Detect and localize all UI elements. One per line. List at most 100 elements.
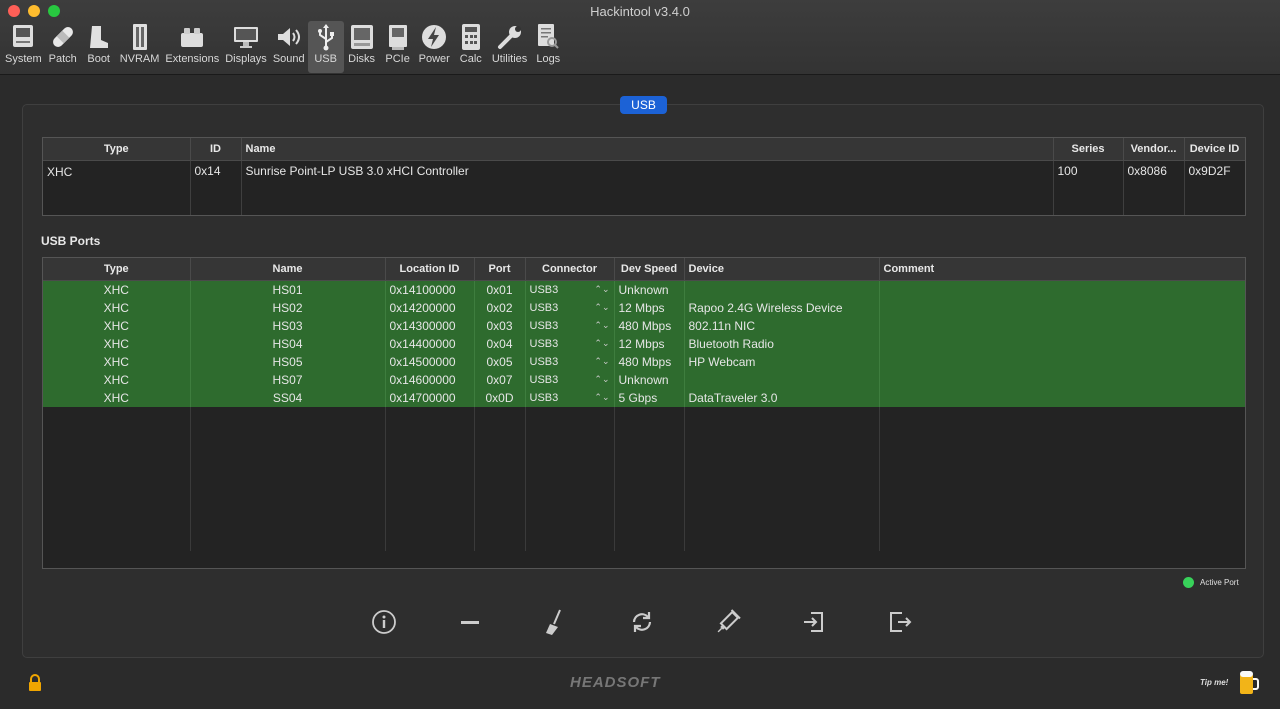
toolbar-boot[interactable]: Boot (81, 21, 117, 73)
tip-button[interactable] (1237, 668, 1259, 701)
cell-type: XHC (43, 317, 191, 335)
toolbar-sound[interactable]: Sound (270, 21, 308, 73)
cell-port: 0x04 (474, 335, 526, 353)
toolbar-usb[interactable]: USB (307, 21, 344, 73)
cell-name: HS02 (190, 299, 386, 317)
table-row[interactable]: XHC HS03 0x14300000 0x03 USB3 ⌃⌄ 480 Mbps 802.1… (43, 317, 1245, 335)
toolbar-extensions[interactable]: Extensions (162, 21, 222, 73)
col-header-vendor[interactable]: Vendor... (1123, 138, 1185, 161)
table-row[interactable]: XHC HS07 0x14600000 0x07 USB3 ⌃⌄ Unknown (43, 371, 1245, 389)
table-row[interactable]: XHC HS04 0x14400000 0x04 USB3 ⌃⌄ 12 Mbps Blueto… (43, 335, 1245, 353)
col-header-series[interactable]: Series (1053, 138, 1124, 161)
col-header-location-id[interactable]: Location ID (385, 258, 475, 281)
connector-select[interactable]: USB3 ⌃⌄ (525, 371, 615, 389)
chevron-updown-icon: ⌃⌄ (594, 320, 610, 330)
export-icon (890, 612, 912, 632)
toolbar-displays[interactable]: Displays (222, 21, 270, 73)
cell-name: HS07 (190, 371, 386, 389)
col-header-name[interactable]: Name (190, 258, 386, 281)
tip-me-label[interactable]: Tip me! (1200, 678, 1228, 687)
toolbar-disks[interactable]: Disks (344, 21, 380, 73)
col-header-device[interactable]: Device (684, 258, 880, 281)
display-icon (231, 21, 261, 53)
cell-type: XHC (43, 280, 191, 299)
col-header-device-id[interactable]: Device ID (1184, 138, 1245, 161)
cell-name: SS04 (190, 389, 386, 407)
usb-icon (311, 21, 341, 53)
toolbar-utilities[interactable]: Utilities (489, 21, 530, 73)
connector-select[interactable]: USB3 ⌃⌄ (525, 353, 615, 371)
toolbar-logs[interactable]: Logs (530, 21, 566, 73)
empty-row (43, 515, 1245, 533)
table-row[interactable]: XHC SS04 0x14700000 0x0D USB3 ⌃⌄ 5 Gbps DataTra… (43, 389, 1245, 407)
col-header-name[interactable]: Name (241, 138, 1054, 161)
cell-comment (879, 335, 1245, 353)
inject-button[interactable] (713, 607, 743, 637)
cell-type: XHC (43, 371, 191, 389)
refresh-button[interactable] (627, 607, 657, 637)
col-header-dev-speed[interactable]: Dev Speed (614, 258, 685, 281)
remove-button[interactable] (455, 607, 485, 637)
cell-port: 0x01 (474, 280, 526, 299)
toolbar-nvram[interactable]: NVRAM (117, 21, 163, 73)
cell-location: 0x14600000 (385, 371, 475, 389)
export-button[interactable] (885, 607, 915, 637)
wrench-icon (495, 21, 525, 53)
cell-comment (879, 353, 1245, 371)
cell-speed: Unknown (614, 280, 685, 299)
toolbar-patch[interactable]: Patch (45, 21, 81, 73)
connector-select[interactable]: USB3 ⌃⌄ (525, 389, 615, 407)
cell-name: HS01 (190, 280, 386, 299)
col-header-id[interactable]: ID (190, 138, 242, 161)
clear-button[interactable] (541, 607, 571, 637)
table-row[interactable]: XHC HS01 0x14100000 0x01 USB3 ⌃⌄ Unknown (43, 280, 1245, 299)
cell-name: HS05 (190, 353, 386, 371)
toolbar-power[interactable]: Power (416, 21, 453, 73)
cell-speed: 12 Mbps (614, 299, 685, 317)
headsoft-logo[interactable]: HEADSOFT (570, 674, 661, 691)
col-header-comment[interactable]: Comment (879, 258, 1245, 281)
empty-row (43, 497, 1245, 515)
connector-select[interactable]: USB3 ⌃⌄ (525, 299, 615, 317)
col-header-connector[interactable]: Connector (525, 258, 615, 281)
toolbar-calc[interactable]: Calc (453, 21, 489, 73)
window-chrome: Hackintool v3.4.0 System Patch Boot NVRA… (0, 0, 1280, 75)
chevron-updown-icon: ⌃⌄ (594, 338, 610, 348)
import-button[interactable] (799, 607, 829, 637)
boot-icon (84, 21, 114, 53)
table-row[interactable]: XHC 0x14 Sunrise Point-LP USB 3.0 xHCI C… (43, 160, 1245, 181)
info-icon (372, 610, 396, 634)
cell-name: HS03 (190, 317, 386, 335)
active-port-indicator-icon (1183, 577, 1194, 588)
cell-speed: 12 Mbps (614, 335, 685, 353)
usb-segment-tab[interactable]: USB (620, 96, 667, 114)
window-title: Hackintool v3.4.0 (590, 4, 690, 19)
chevron-updown-icon: ⌃⌄ (594, 374, 610, 384)
memory-chip-icon (125, 21, 155, 53)
col-header-port[interactable]: Port (474, 258, 526, 281)
connector-select[interactable]: USB3 ⌃⌄ (525, 335, 615, 353)
refresh-icon (632, 612, 652, 632)
toolbar-pcie[interactable]: PCIe (380, 21, 416, 73)
lock-button[interactable] (27, 674, 43, 697)
cell-comment (879, 371, 1245, 389)
connector-select[interactable]: USB3 ⌃⌄ (525, 280, 615, 299)
table-row[interactable]: XHC HS02 0x14200000 0x02 USB3 ⌃⌄ 12 Mbps Rapoo … (43, 299, 1245, 317)
empty-row (43, 461, 1245, 479)
cell-port: 0x05 (474, 353, 526, 371)
cell-name: HS04 (190, 335, 386, 353)
toolbar-system[interactable]: System (2, 21, 45, 73)
cell-comment (879, 389, 1245, 407)
col-header-type[interactable]: Type (43, 138, 191, 161)
cell-type: XHC (43, 353, 191, 371)
connector-value: USB3 (529, 320, 559, 332)
cell-device: Rapoo 2.4G Wireless Device (684, 299, 880, 317)
info-button[interactable] (369, 607, 399, 637)
col-header-type[interactable]: Type (43, 258, 191, 281)
cell-comment (879, 317, 1245, 335)
connector-select[interactable]: USB3 ⌃⌄ (525, 317, 615, 335)
table-row[interactable]: XHC HS05 0x14500000 0x05 USB3 ⌃⌄ 480 Mbps HP We… (43, 353, 1245, 371)
power-bolt-icon (419, 21, 449, 53)
cell-port: 0x07 (474, 371, 526, 389)
chevron-updown-icon: ⌃⌄ (594, 356, 610, 366)
